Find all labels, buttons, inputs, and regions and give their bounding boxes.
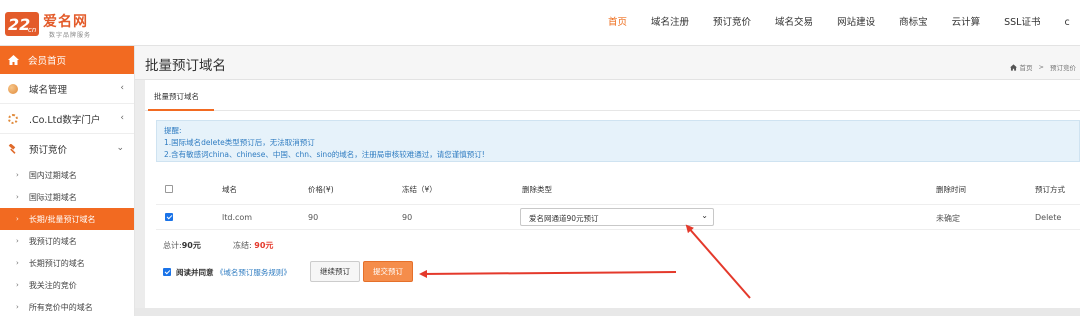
select-all-checkbox[interactable] (165, 185, 173, 193)
row-preorder-method: Delete (1035, 213, 1062, 222)
col-preorder-method: 预订方式 (1035, 185, 1065, 194)
tab-divider (145, 110, 1080, 111)
total-label: 总计: (163, 241, 182, 250)
chevron-right-icon: › (16, 237, 19, 245)
row-freeze: 90 (402, 213, 413, 222)
tab-active-indicator (148, 109, 214, 111)
sidebar-home[interactable]: 会员首页 (0, 46, 134, 74)
chevron-down-icon: ⌄ (701, 211, 708, 220)
nav-home[interactable]: 首页 (596, 0, 639, 46)
notice-box: 提醒: 1.国际域名delete类型预订后，无法取消预订 2.含有敏感词chin… (156, 120, 1080, 162)
nav-preorder-bidding[interactable]: 预订竞价 (701, 0, 763, 46)
home-icon (8, 55, 19, 65)
chevron-left-icon: ‹ (120, 83, 124, 93)
chevron-right-icon: › (16, 171, 19, 179)
nav-domain-register[interactable]: 域名注册 (639, 0, 701, 46)
sidebar-item-co-ltd[interactable]: .Co.Ltd数字门户 ‹ (0, 104, 134, 134)
page-header: 批量预订域名 首页 > 预订竞价 (135, 46, 1080, 80)
notice-line-1: 1.国际域名delete类型预订后，无法取消预订 (164, 138, 315, 147)
chevron-right-icon: › (16, 259, 19, 267)
row-checkbox[interactable] (165, 213, 173, 221)
main-panel: 批量预订域名 提醒: 1.国际域名delete类型预订后，无法取消预订 2.含有… (145, 80, 1080, 308)
breadcrumb-home[interactable]: 首页 (1020, 62, 1033, 72)
row-domain: ltd.com (222, 213, 253, 222)
nav-domain-trade[interactable]: 域名交易 (763, 0, 825, 46)
chevron-left-icon: ‹ (120, 113, 124, 123)
sidebar-sub-label: 我预订的域名 (28, 236, 77, 246)
sidebar-sub-batch-preorder[interactable]: › 长期/批量预订域名 (0, 208, 134, 230)
submit-preorder-button[interactable]: 提交预订 (363, 261, 413, 282)
footer-strip (135, 308, 1080, 316)
nav-more[interactable]: c (1052, 0, 1080, 46)
chevron-down-icon: ⌄ (116, 143, 124, 153)
brand-name: 爱名网 (43, 14, 88, 30)
agree-checkbox[interactable] (163, 268, 171, 276)
sidebar-sub-label: 国际过期域名 (28, 192, 77, 202)
sidebar-sub-watched[interactable]: › 我关注的竞价 (0, 274, 134, 296)
sidebar-sub-long-term[interactable]: › 长期预订的域名 (0, 252, 134, 274)
col-price: 价格(¥) (308, 185, 334, 194)
col-domain: 域名 (222, 185, 237, 194)
logo-badge-icon: 22 cn (5, 12, 39, 36)
agree-prefix: 阅读并同意 (176, 268, 214, 277)
total-value: 90元 (181, 241, 201, 250)
delete-type-select[interactable]: 爱名网通道90元预订 ⌄ (520, 208, 714, 226)
gear-icon (8, 113, 18, 124)
sidebar-sub-label: 所有竞价中的域名 (28, 302, 93, 312)
tab-batch-preorder[interactable]: 批量预订域名 (154, 91, 199, 102)
row-delete-time: 未确定 (936, 214, 960, 223)
sidebar-sub-all-bidding[interactable]: › 所有竞价中的域名 (0, 296, 134, 316)
chevron-right-icon: › (16, 303, 19, 311)
freeze-summary: 冻结: 90元 (233, 240, 273, 251)
nav-ssl[interactable]: SSL证书 (992, 0, 1052, 46)
sidebar-sub-label: 长期/批量预订域名 (28, 214, 96, 224)
chevron-right-icon: › (16, 193, 19, 201)
main-nav: 首页 域名注册 预订竞价 域名交易 网站建设 商标宝 云计算 SSL证书 c (596, 0, 1080, 46)
sidebar-sub-label: 国内过期域名 (28, 170, 77, 180)
col-freeze: 冻结（¥） (402, 185, 437, 194)
nav-trademark[interactable]: 商标宝 (887, 0, 940, 46)
col-delete-time: 删除时间 (936, 185, 966, 194)
logo[interactable]: 22 cn 爱名网 数字品牌服务 (5, 8, 115, 40)
sidebar-sub-domestic-expired[interactable]: › 国内过期域名 (0, 164, 134, 186)
chevron-right-icon: › (16, 215, 19, 223)
page-title: 批量预订域名 (145, 58, 226, 74)
sidebar-item-domain-manage[interactable]: 域名管理 ‹ (0, 74, 134, 104)
sidebar-item-preorder[interactable]: 预订竞价 ⌄ (0, 134, 134, 164)
sidebar: 会员首页 域名管理 ‹ .Co.Ltd数字门户 ‹ 预订竞价 ⌄ › 国内过期域名… (0, 46, 135, 316)
brand-slogan: 数字品牌服务 (49, 32, 92, 39)
chevron-right-icon: › (16, 281, 19, 289)
row-price: 90 (308, 213, 319, 222)
sidebar-item-label: 预订竞价 (29, 145, 68, 156)
nav-website-build[interactable]: 网站建设 (825, 0, 887, 46)
sidebar-item-label: .Co.Ltd数字门户 (29, 114, 101, 126)
sidebar-home-label: 会员首页 (28, 56, 67, 67)
breadcrumb-separator: > (1038, 63, 1044, 71)
breadcrumb-current[interactable]: 预订竞价 (1050, 62, 1076, 72)
sidebar-sub-label: 我关注的竞价 (28, 280, 77, 290)
notice-line-2: 2.含有敏感词china、chinese、中国、chn、sino的域名，注册局审… (164, 150, 485, 159)
continue-preorder-button[interactable]: 继续预订 (310, 261, 360, 282)
breadcrumb: 首页 > 预订竞价 (1009, 62, 1076, 72)
sidebar-sub-my-preorders[interactable]: › 我预订的域名 (0, 230, 134, 252)
globe-icon (8, 83, 18, 94)
sidebar-item-label: 域名管理 (29, 84, 68, 96)
svg-text:22: 22 (8, 15, 30, 34)
svg-text:cn: cn (28, 26, 36, 34)
delete-type-value: 爱名网通道90元预订 (529, 214, 599, 223)
notice-title: 提醒: (164, 126, 182, 135)
table-header: 域名 价格(¥) 冻结（¥） 删除类型 删除时间 预订方式 (156, 178, 1080, 200)
table-row: ltd.com 90 90 爱名网通道90元预订 ⌄ 未确定 Delete (156, 204, 1080, 230)
top-bar: 22 cn 爱名网 数字品牌服务 首页 域名注册 预订竞价 域名交易 网站建设 … (0, 0, 1080, 46)
freeze-value: 90元 (254, 241, 274, 250)
freeze-label: 冻结: (233, 241, 252, 250)
service-rules-link[interactable]: 《域名预订服务规则》 (216, 268, 291, 277)
hammer-icon (8, 144, 16, 154)
col-delete-type: 删除类型 (522, 185, 552, 194)
total-summary: 总计:90元 (163, 240, 201, 251)
home-icon (1009, 63, 1017, 71)
sidebar-sub-intl-expired[interactable]: › 国际过期域名 (0, 186, 134, 208)
nav-cloud[interactable]: 云计算 (940, 0, 993, 46)
sidebar-sub-label: 长期预订的域名 (28, 258, 85, 268)
